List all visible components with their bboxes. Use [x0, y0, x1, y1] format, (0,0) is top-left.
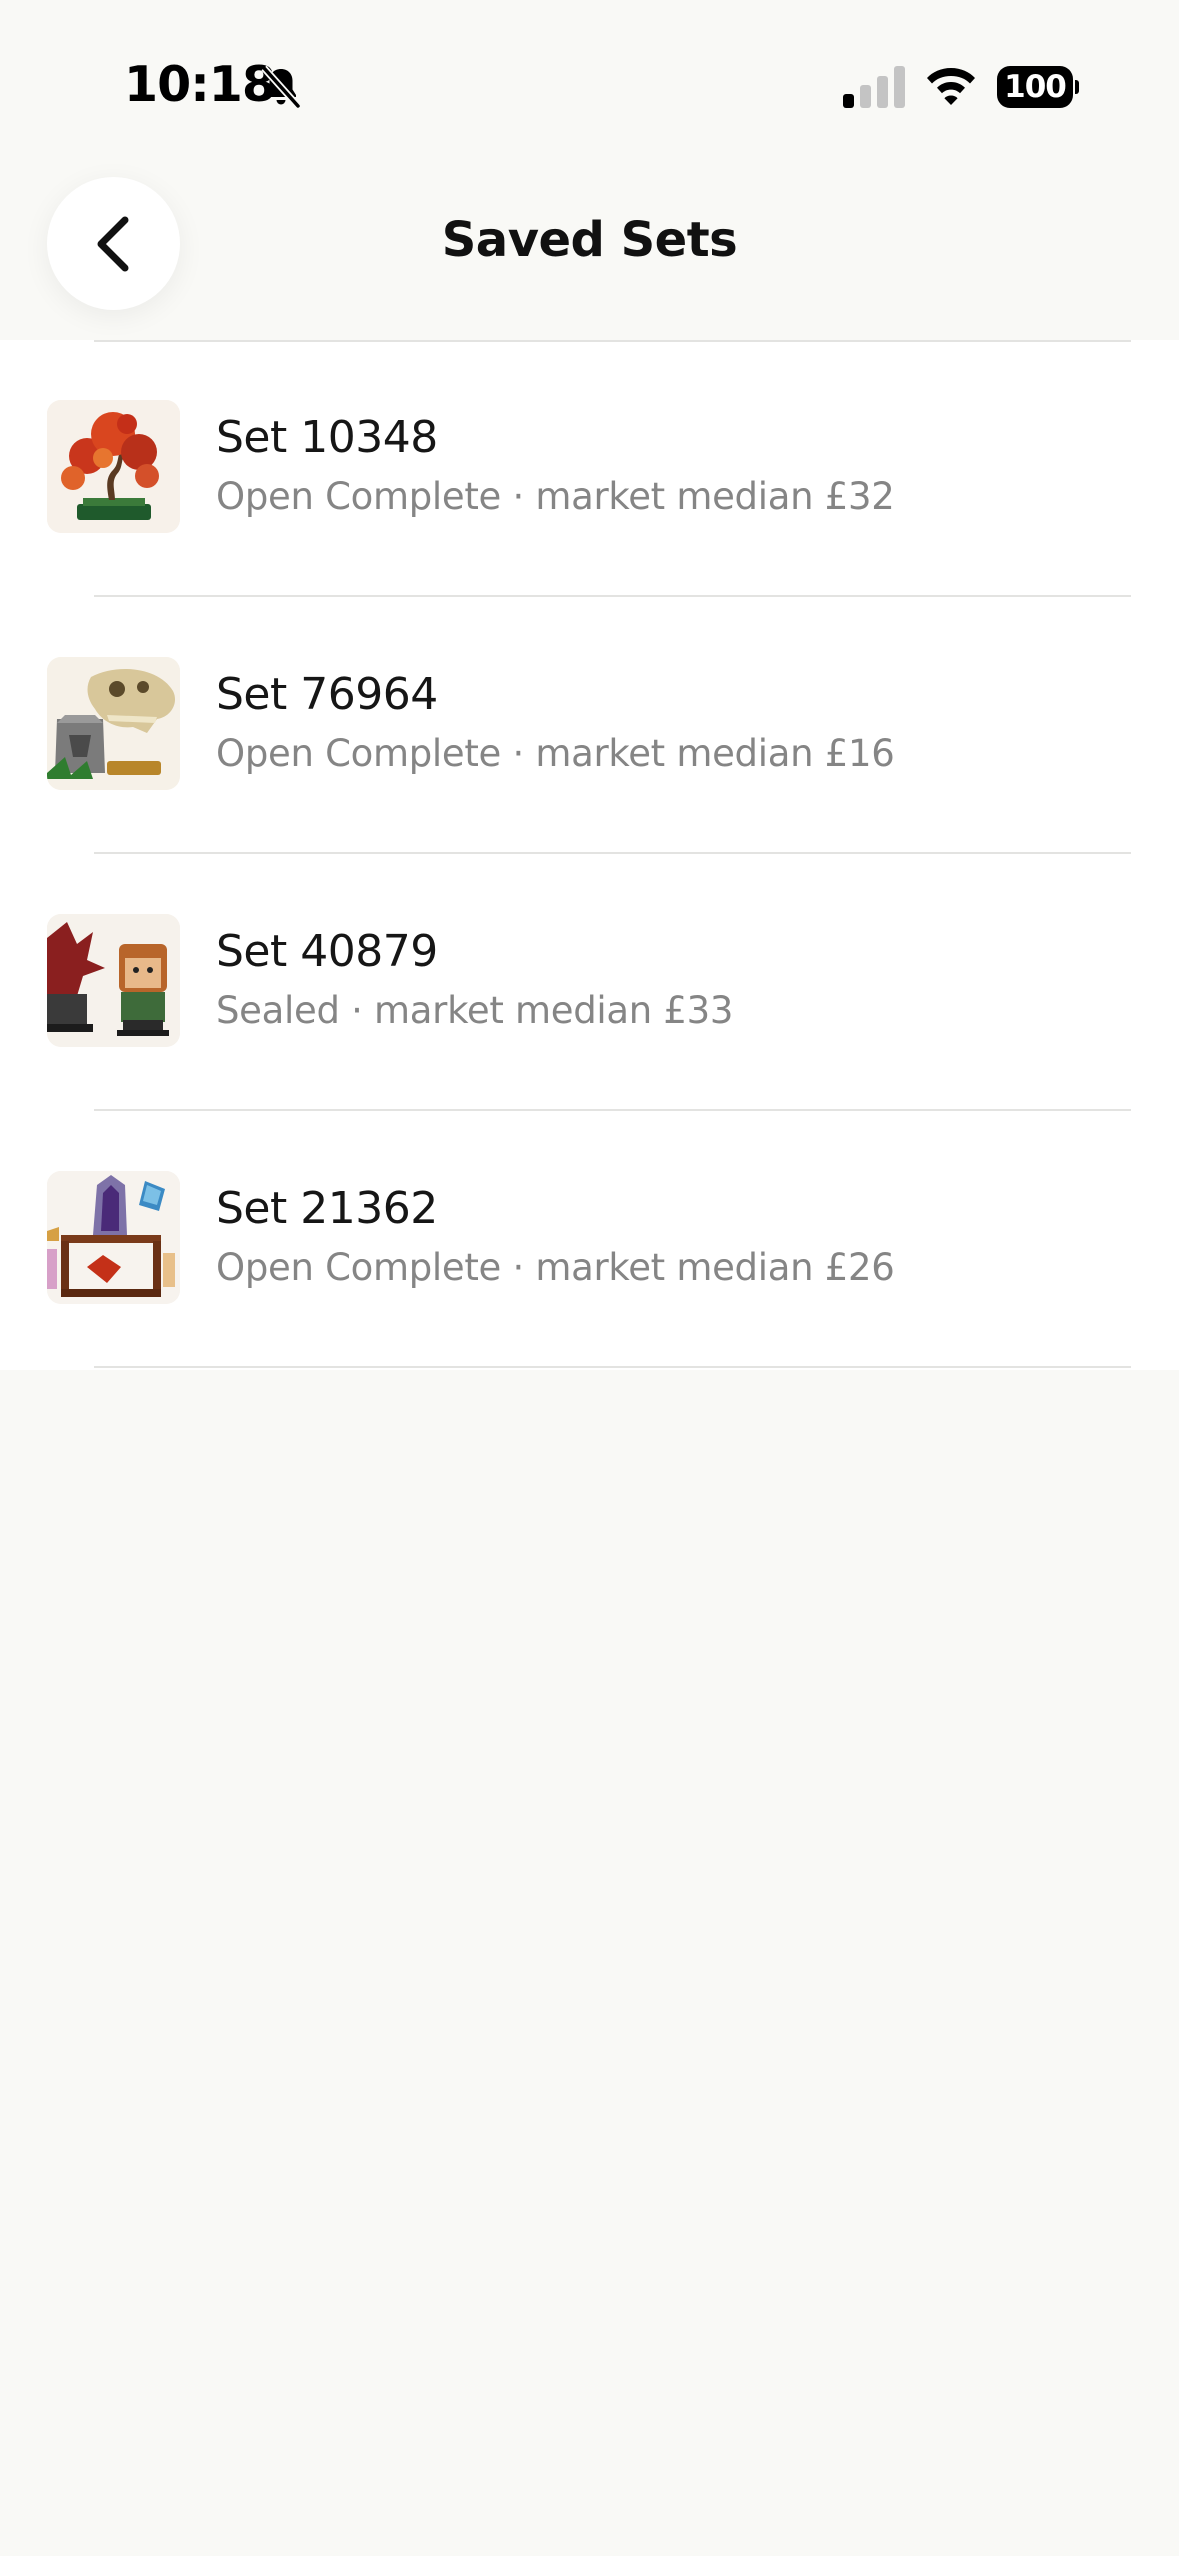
saved-sets-list: Set 10348 Open Complete · market median … — [0, 340, 1179, 1370]
set-subtitle: Open Complete · market median £16 — [216, 732, 895, 775]
battery-icon: 100 — [997, 66, 1079, 108]
status-time: 10:18 — [124, 56, 276, 113]
list-item[interactable]: Set 40879 Sealed · market median £33 — [0, 854, 1179, 1111]
dinosaur-skull-image — [47, 657, 180, 790]
nav-header: Saved Sets — [0, 150, 1179, 340]
list-item[interactable]: Set 21362 Open Complete · market median … — [0, 1111, 1179, 1368]
battery-level: 100 — [997, 66, 1073, 108]
set-name: Set 40879 — [216, 926, 438, 977]
brickheadz-figures-image — [47, 914, 180, 1047]
bonsai-tree-image — [47, 400, 180, 533]
set-name: Set 10348 — [216, 412, 438, 463]
divider — [94, 1366, 1131, 1368]
set-name: Set 76964 — [216, 669, 438, 720]
set-subtitle: Open Complete · market median £26 — [216, 1246, 895, 1289]
bell-slash-icon — [258, 64, 304, 110]
list-item[interactable]: Set 76964 Open Complete · market median … — [0, 597, 1179, 854]
list-item[interactable]: Set 10348 Open Complete · market median … — [0, 340, 1179, 597]
set-subtitle: Open Complete · market median £32 — [216, 475, 895, 518]
crystal-display-image — [47, 1171, 180, 1304]
cellular-signal-icon — [843, 66, 905, 108]
wifi-icon — [925, 64, 977, 106]
page-title: Saved Sets — [441, 212, 738, 268]
status-bar: 10:18 100 — [0, 0, 1179, 150]
set-subtitle: Sealed · market median £33 — [216, 989, 734, 1032]
set-name: Set 21362 — [216, 1183, 438, 1234]
